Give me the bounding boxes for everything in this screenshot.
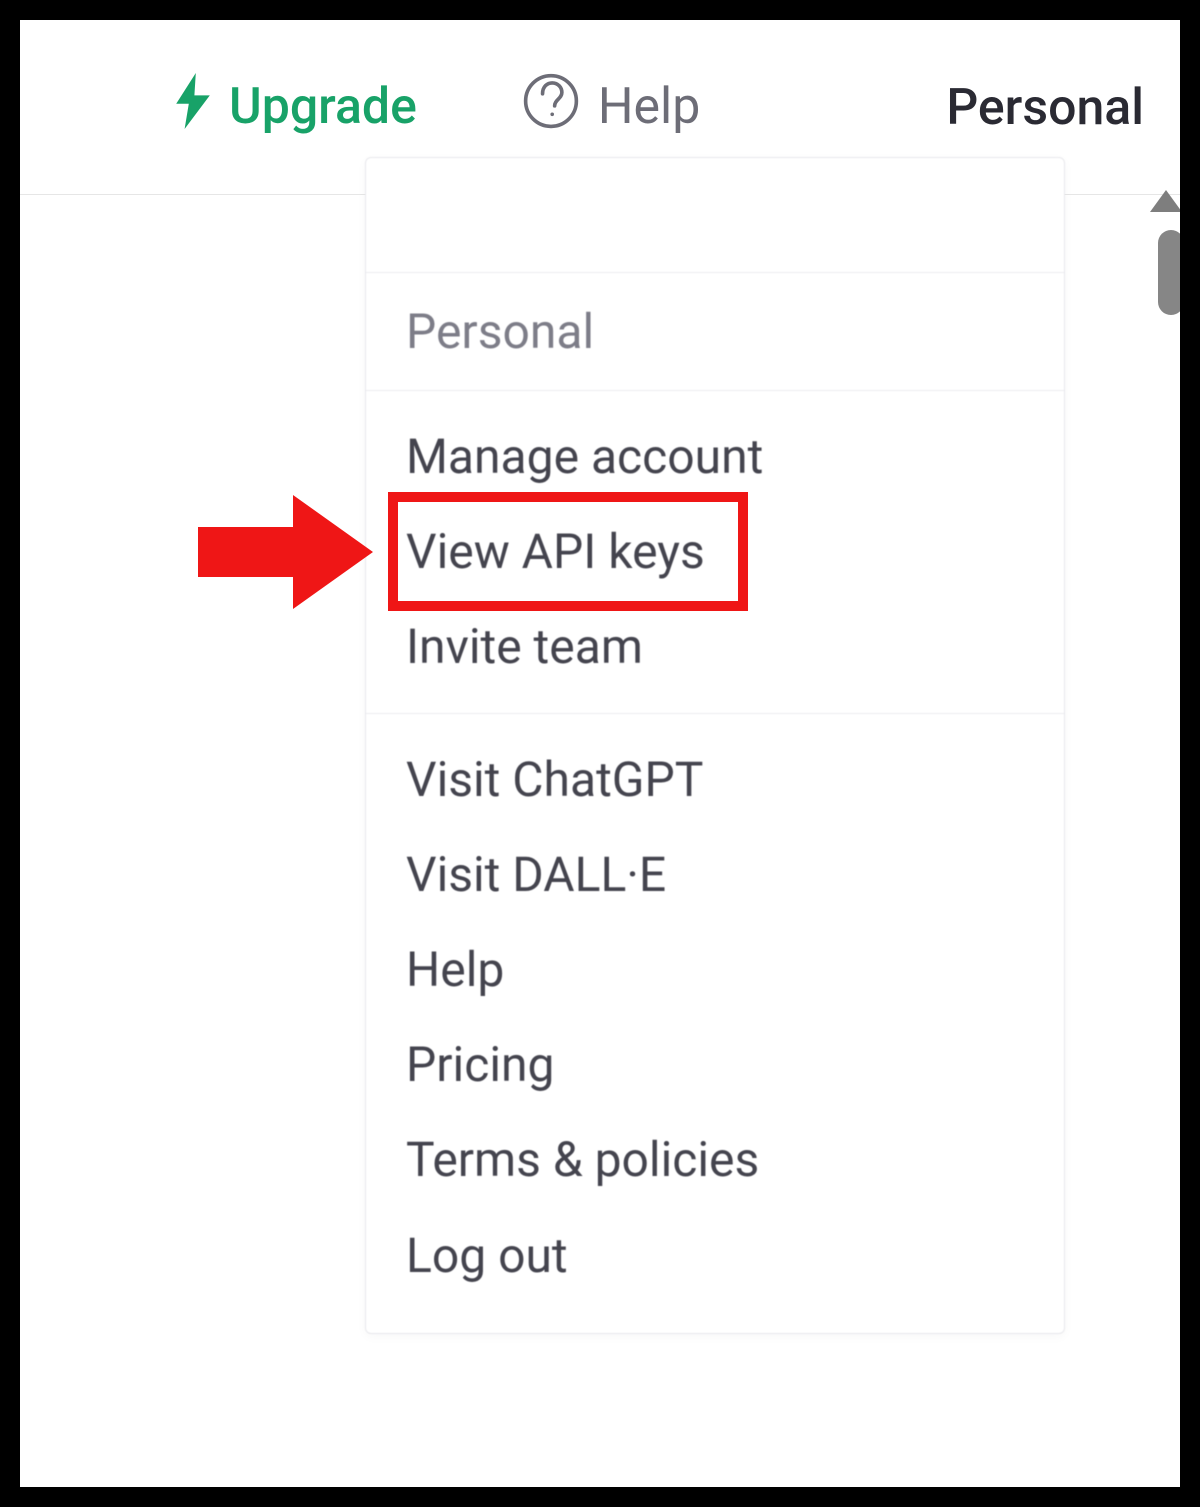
account-menu-label: Personal [946,79,1144,137]
help-button[interactable]: Help [522,72,700,143]
account-dropdown-menu: Personal Manage account View API keys In… [365,157,1065,1334]
bolt-icon [175,73,211,142]
menu-item-manage-account[interactable]: Manage account [366,409,1064,504]
menu-item-view-api-keys[interactable]: View API keys [366,504,1064,599]
help-label: Help [598,78,700,136]
menu-item-help[interactable]: Help [366,922,1064,1017]
question-circle-icon [522,72,580,143]
scroll-up-icon[interactable] [1150,190,1180,212]
scrollbar[interactable] [1155,190,1180,1487]
menu-item-label: Visit DALL·E [406,846,666,903]
upgrade-button[interactable]: Upgrade [175,73,417,142]
menu-item-visit-dalle[interactable]: Visit DALL·E [366,827,1064,922]
menu-item-label: View API keys [406,523,705,580]
menu-section-header-label: Personal [406,303,594,360]
menu-item-label: Help [406,941,504,998]
menu-group-account: Manage account View API keys Invite team [366,391,1064,714]
menu-section-header: Personal [366,273,1064,391]
menu-item-log-out[interactable]: Log out [366,1208,1064,1303]
menu-item-label: Terms & policies [406,1131,759,1188]
menu-item-terms-policies[interactable]: Terms & policies [366,1112,1064,1207]
upgrade-label: Upgrade [229,78,417,136]
menu-item-label: Invite team [406,618,643,675]
menu-spacer [366,158,1064,273]
menu-item-label: Pricing [406,1036,554,1093]
menu-item-label: Manage account [406,428,763,485]
menu-item-label: Visit ChatGPT [406,751,703,808]
menu-group-links: Visit ChatGPT Visit DALL·E Help Pricing … [366,714,1064,1333]
scroll-thumb[interactable] [1158,230,1180,315]
annotation-arrow-icon [198,487,373,621]
menu-item-label: Log out [406,1227,568,1284]
menu-item-pricing[interactable]: Pricing [366,1017,1064,1112]
menu-item-invite-team[interactable]: Invite team [366,599,1064,694]
menu-item-visit-chatgpt[interactable]: Visit ChatGPT [366,732,1064,827]
